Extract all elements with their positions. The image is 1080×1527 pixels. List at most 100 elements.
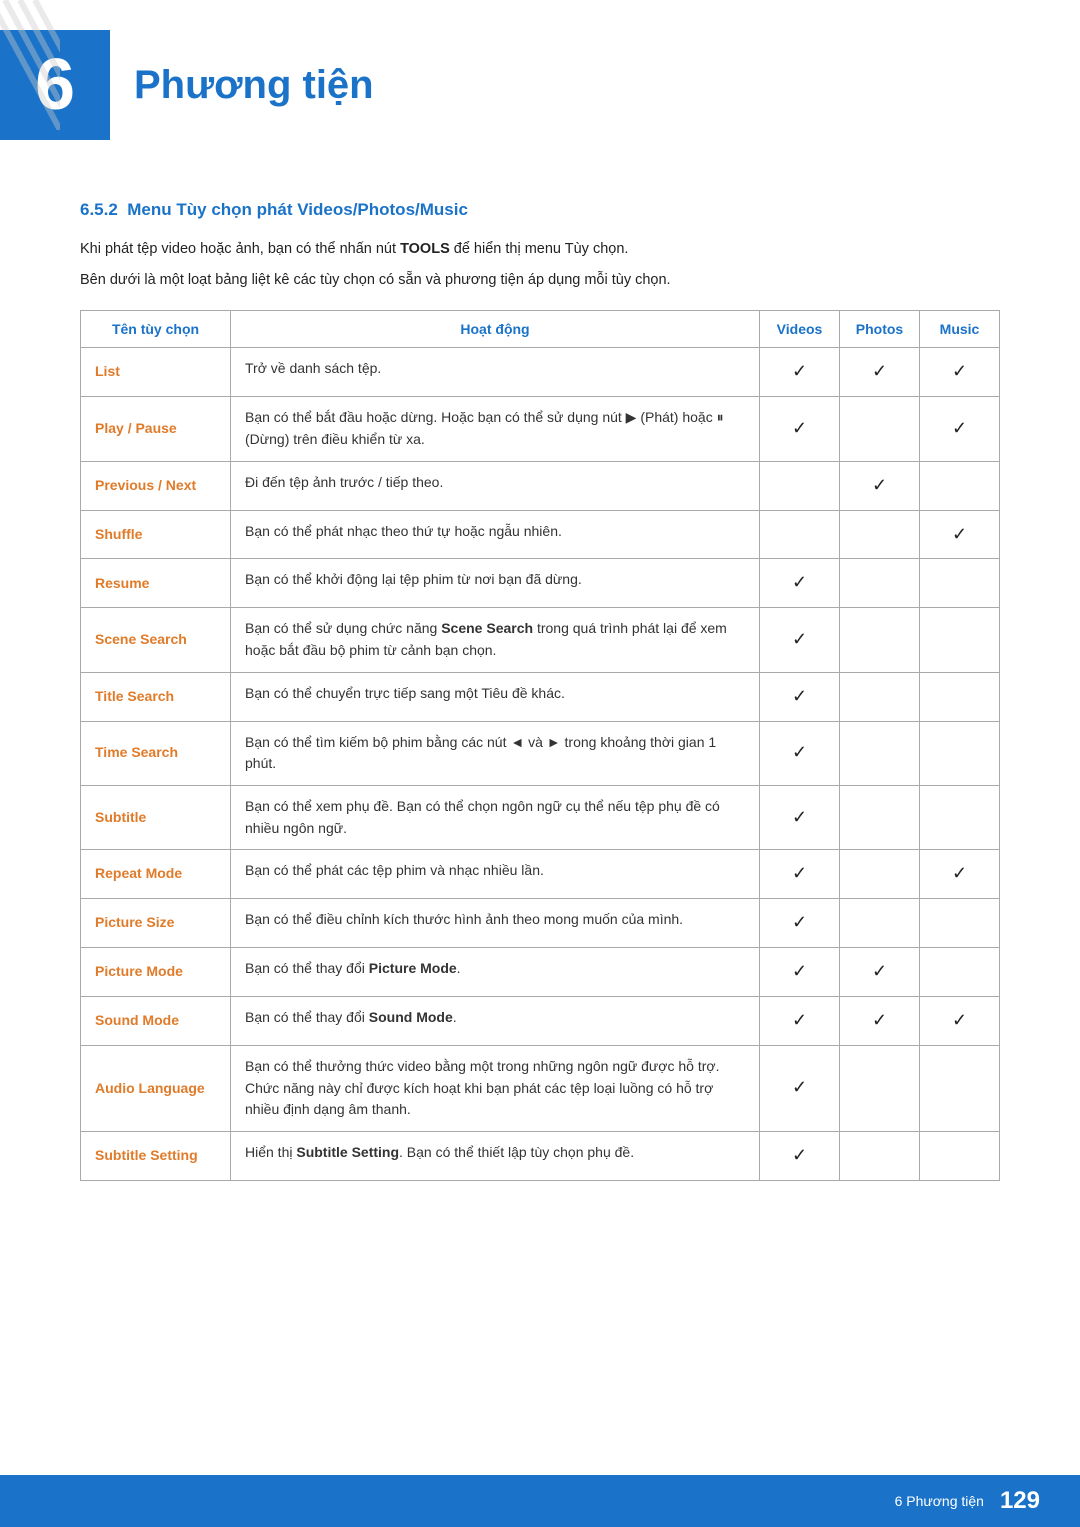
row-videos: ✓ [760, 1045, 840, 1131]
row-action: Bạn có thể khởi động lại tệp phim từ nơi… [231, 559, 760, 608]
table-row: Repeat ModeBạn có thể phát các tệp phim … [81, 850, 1000, 899]
col-header-videos: Videos [760, 311, 840, 348]
row-photos [840, 510, 920, 559]
row-action: Bạn có thể phát nhạc theo thứ tự hoặc ng… [231, 510, 760, 559]
table-row: Picture SizeBạn có thể điều chỉnh kích t… [81, 899, 1000, 948]
intro-line1: Khi phát tệp video hoặc ảnh, bạn có thể … [80, 238, 1000, 261]
table-row: Play / PauseBạn có thể bắt đầu hoặc dừng… [81, 397, 1000, 461]
row-photos [840, 721, 920, 785]
row-photos [840, 785, 920, 849]
row-photos [840, 559, 920, 608]
row-videos: ✓ [760, 397, 840, 461]
table-row: Previous / NextĐi đến tệp ảnh trước / ti… [81, 461, 1000, 510]
row-action: Bạn có thể thay đổi Sound Mode. [231, 997, 760, 1046]
row-music: ✓ [920, 510, 1000, 559]
table-row: SubtitleBạn có thể xem phụ đề. Bạn có th… [81, 785, 1000, 849]
table-row: ResumeBạn có thể khởi động lại tệp phim … [81, 559, 1000, 608]
row-action: Bạn có thể phát các tệp phim và nhạc nhi… [231, 850, 760, 899]
row-name: List [81, 348, 231, 397]
row-action: Trở về danh sách tệp. [231, 348, 760, 397]
row-videos: ✓ [760, 899, 840, 948]
row-name: Play / Pause [81, 397, 231, 461]
row-music: ✓ [920, 397, 1000, 461]
row-name: Picture Size [81, 899, 231, 948]
row-name: Title Search [81, 672, 231, 721]
row-name: Subtitle [81, 785, 231, 849]
row-action: Bạn có thể sử dụng chức năng Scene Searc… [231, 608, 760, 672]
row-action: Bạn có thể xem phụ đề. Bạn có thể chọn n… [231, 785, 760, 849]
page-content: 6.5.2 Menu Tùy chọn phát Videos/Photos/M… [0, 200, 1080, 1241]
intro-line2: Bên dưới là một loạt bảng liệt kê các tù… [80, 269, 1000, 292]
row-videos: ✓ [760, 608, 840, 672]
table-row: Time SearchBạn có thể tìm kiếm bộ phim b… [81, 721, 1000, 785]
row-photos: ✓ [840, 948, 920, 997]
table-row: Scene SearchBạn có thể sử dụng chức năng… [81, 608, 1000, 672]
row-action: Bạn có thể tìm kiếm bộ phim bằng các nút… [231, 721, 760, 785]
row-photos: ✓ [840, 348, 920, 397]
col-header-music: Music [920, 311, 1000, 348]
row-photos [840, 899, 920, 948]
table-row: ShuffleBạn có thể phát nhạc theo thứ tự … [81, 510, 1000, 559]
row-action: Bạn có thể bắt đầu hoặc dừng. Hoặc bạn c… [231, 397, 760, 461]
row-music [920, 461, 1000, 510]
table-row: Title SearchBạn có thể chuyển trực tiếp … [81, 672, 1000, 721]
row-photos [840, 1045, 920, 1131]
table-row: Sound ModeBạn có thể thay đổi Sound Mode… [81, 997, 1000, 1046]
row-videos: ✓ [760, 672, 840, 721]
row-name: Resume [81, 559, 231, 608]
row-name: Shuffle [81, 510, 231, 559]
table-row: ListTrở về danh sách tệp.✓✓✓ [81, 348, 1000, 397]
page-footer: 6 Phương tiện 129 [0, 1475, 1080, 1527]
col-header-name: Tên tùy chọn [81, 311, 231, 348]
row-name: Subtitle Setting [81, 1131, 231, 1180]
table-row: Picture ModeBạn có thể thay đổi Picture … [81, 948, 1000, 997]
row-videos: ✓ [760, 997, 840, 1046]
row-photos [840, 672, 920, 721]
col-header-action: Hoạt động [231, 311, 760, 348]
row-music [920, 1045, 1000, 1131]
row-photos: ✓ [840, 997, 920, 1046]
options-table: Tên tùy chọn Hoạt động Videos Photos Mus… [80, 310, 1000, 1180]
row-music [920, 608, 1000, 672]
row-music: ✓ [920, 850, 1000, 899]
row-photos [840, 850, 920, 899]
row-videos [760, 510, 840, 559]
header-decoration [0, 0, 60, 130]
row-action: Hiển thị Subtitle Setting. Bạn có thể th… [231, 1131, 760, 1180]
row-music [920, 559, 1000, 608]
row-action: Bạn có thể thưởng thức video bằng một tr… [231, 1045, 760, 1131]
footer-page-number: 129 [1000, 1487, 1040, 1515]
row-action: Bạn có thể chuyển trực tiếp sang một Tiê… [231, 672, 760, 721]
row-music [920, 948, 1000, 997]
row-action: Bạn có thể điều chỉnh kích thước hình ản… [231, 899, 760, 948]
row-name: Audio Language [81, 1045, 231, 1131]
row-videos: ✓ [760, 721, 840, 785]
section-title: 6.5.2 Menu Tùy chọn phát Videos/Photos/M… [80, 200, 1000, 220]
row-name: Repeat Mode [81, 850, 231, 899]
row-photos [840, 608, 920, 672]
row-music [920, 785, 1000, 849]
row-videos: ✓ [760, 948, 840, 997]
row-videos [760, 461, 840, 510]
col-header-photos: Photos [840, 311, 920, 348]
row-videos: ✓ [760, 850, 840, 899]
table-row: Subtitle SettingHiển thị Subtitle Settin… [81, 1131, 1000, 1180]
row-videos: ✓ [760, 785, 840, 849]
row-music: ✓ [920, 348, 1000, 397]
row-music [920, 899, 1000, 948]
page-header: 6 Phương tiện [0, 0, 1080, 160]
row-name: Scene Search [81, 608, 231, 672]
row-photos [840, 1131, 920, 1180]
row-videos: ✓ [760, 348, 840, 397]
row-action: Bạn có thể thay đổi Picture Mode. [231, 948, 760, 997]
chapter-title: Phương tiện [134, 63, 374, 108]
footer-chapter-ref: 6 Phương tiện [895, 1493, 984, 1509]
row-photos [840, 397, 920, 461]
row-action: Đi đến tệp ảnh trước / tiếp theo. [231, 461, 760, 510]
row-name: Time Search [81, 721, 231, 785]
table-row: Audio LanguageBạn có thể thưởng thức vid… [81, 1045, 1000, 1131]
row-name: Picture Mode [81, 948, 231, 997]
row-videos: ✓ [760, 1131, 840, 1180]
row-music [920, 721, 1000, 785]
row-photos: ✓ [840, 461, 920, 510]
